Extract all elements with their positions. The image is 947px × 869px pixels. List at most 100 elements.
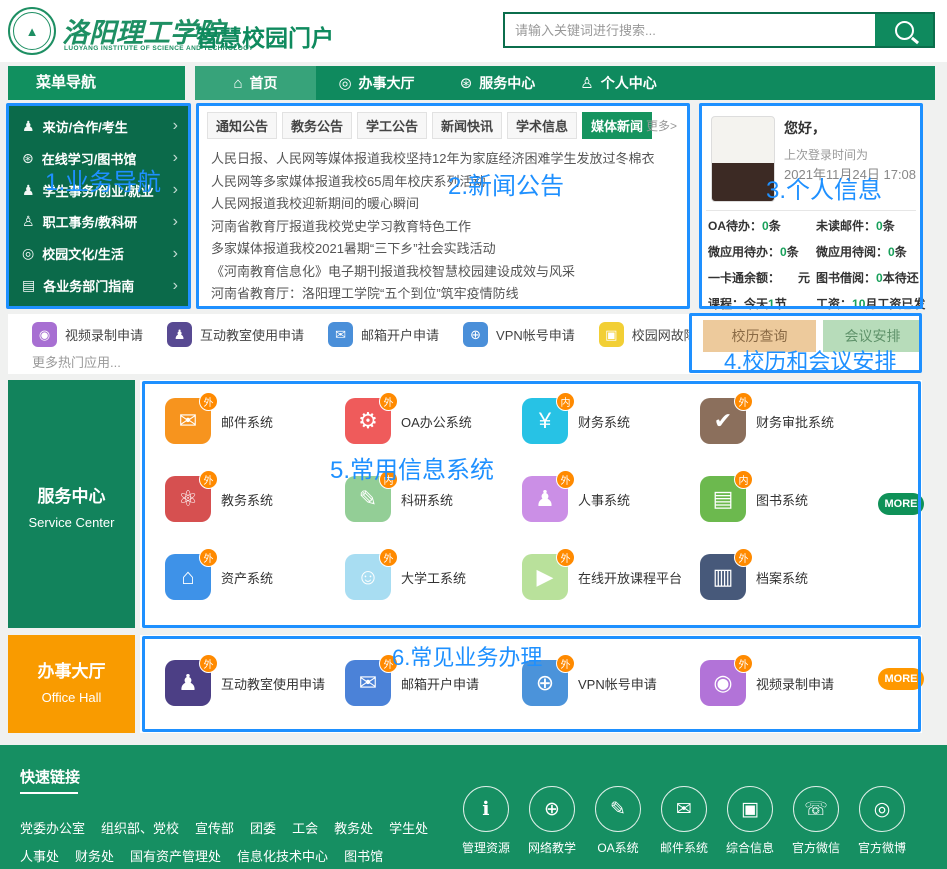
footer-link[interactable]: 工会 <box>292 818 318 837</box>
news-tab-media-news[interactable]: 媒体新闻 <box>582 112 652 139</box>
online-course-icon: ▶外 <box>522 554 568 600</box>
stat-salary[interactable]: 工资：10月工资已发 <box>816 295 916 312</box>
app-academic-system[interactable]: ⚛外 教务系统 <box>165 476 273 522</box>
footer-link[interactable]: 财务处 <box>75 846 114 865</box>
footer-link[interactable]: 学生处 <box>389 818 428 837</box>
tab-office-hall[interactable]: ◎ 办事大厅 <box>316 66 437 100</box>
office-more-button[interactable]: MORE <box>878 668 924 690</box>
footer-link[interactable]: 教务处 <box>334 818 373 837</box>
news-tab-news-flash[interactable]: 新闻快讯 <box>432 112 502 139</box>
stat-suffix: 月工资已发 <box>865 297 925 311</box>
stat-microapp-todo[interactable]: 微应用待办：0条 <box>708 243 816 260</box>
sidebar-item-visitors[interactable]: ♟ 来访/合作/考生 › <box>8 117 190 136</box>
chevron-right-icon: › <box>173 181 178 199</box>
app-open-course-platform[interactable]: ▶外 在线开放课程平台 <box>522 554 682 600</box>
stat-suffix: 元 <box>798 271 810 285</box>
service-more-button[interactable]: MORE <box>878 493 924 515</box>
tab-home[interactable]: ⌂ 首页 <box>195 66 316 100</box>
app-finance-approval-system[interactable]: ✔外 财务审批系统 <box>700 398 834 444</box>
sidebar-item-department-guides[interactable]: ▤ 各业务部门指南 › <box>8 276 190 295</box>
app-label: VPN帐号申请 <box>578 674 657 693</box>
tab-personal-center[interactable]: ♙ 个人中心 <box>558 66 679 100</box>
avatar[interactable] <box>711 116 775 202</box>
app-mailbox-account-request[interactable]: ✉外 邮箱开户申请 <box>345 660 479 706</box>
meeting-schedule-button[interactable]: 会议安排 <box>823 320 922 352</box>
stat-courses[interactable]: 课程：今天1节 <box>708 295 816 312</box>
globe-icon: ⊛ <box>22 150 34 167</box>
search-input[interactable] <box>505 14 875 46</box>
news-item[interactable]: 人民日报、人民网等媒体报道我校坚持12年为家庭经济困难学生发放过冬棉衣 <box>211 148 679 171</box>
sidebar-item-student-affairs[interactable]: ♟ 学生事务/创业/就业 › <box>8 181 190 200</box>
footer-link[interactable]: 党委办公室 <box>20 818 85 837</box>
glyph: ♟ <box>178 670 198 696</box>
stat-label: 未读邮件： <box>816 219 876 233</box>
app-mail-system[interactable]: ✉外 邮件系统 <box>165 398 273 444</box>
app-oa-office-system[interactable]: ⚙外 OA办公系统 <box>345 398 472 444</box>
app-interactive-classroom-request[interactable]: ♟外 互动教室使用申请 <box>165 660 325 706</box>
app-hr-system[interactable]: ♟外 人事系统 <box>522 476 630 522</box>
app-research-system[interactable]: ✎内 科研系统 <box>345 476 453 522</box>
stat-value: 0 <box>876 271 883 285</box>
app-label: 人事系统 <box>578 490 630 509</box>
calendar-query-button[interactable]: 校历查询 <box>703 320 816 352</box>
footer-item-mail-system[interactable]: ✉ 邮件系统 <box>656 786 712 856</box>
app-vpn-account-request[interactable]: ⊕外 VPN帐号申请 <box>522 660 657 706</box>
search-button[interactable] <box>875 14 933 46</box>
footer-link[interactable]: 组织部、党校 <box>101 818 179 837</box>
footer-item-admin-resources[interactable]: ℹ 管理资源 <box>458 786 514 856</box>
footer-link[interactable]: 信息化技术中心 <box>237 846 328 865</box>
glyph: ✎ <box>359 486 377 512</box>
stat-unread-mail[interactable]: 未读邮件：0条 <box>816 217 916 234</box>
news-tab-student-work[interactable]: 学工公告 <box>357 112 427 139</box>
hot-app-mailbox-account[interactable]: ✉ 邮箱开户申请 <box>328 322 439 347</box>
app-video-recording-request[interactable]: ◉外 视频录制申请 <box>700 660 834 706</box>
more-hot-apps-link[interactable]: 更多热门应用... <box>32 352 121 371</box>
seal-emblem-icon: ▲ <box>13 12 51 50</box>
footer-link[interactable]: 团委 <box>250 818 276 837</box>
stat-microapp-toread[interactable]: 微应用待阅：0条 <box>816 243 916 260</box>
wechat-icon: ☏ <box>793 786 839 832</box>
tab-service-center[interactable]: ⊛ 服务中心 <box>437 66 558 100</box>
footer-item-info-portal[interactable]: ▣ 综合信息 <box>722 786 778 856</box>
wallet-icon: ⌂外 <box>165 554 211 600</box>
footer-item-oa-system[interactable]: ✎ OA系统 <box>590 786 646 856</box>
footer-item-weibo[interactable]: ◎ 官方微博 <box>854 786 910 856</box>
footer-link[interactable]: 国有资产管理处 <box>130 846 221 865</box>
news-more-link[interactable]: 更多> <box>646 117 677 134</box>
hot-apps-strip: ◉ 视频录制申请 ♟ 互动教室使用申请 ✉ 邮箱开户申请 ⊕ VPN帐号申请 ▣… <box>8 314 730 374</box>
news-item[interactable]: 河南省教育厅报道我校党史学习教育特色工作 <box>211 216 679 239</box>
sidebar-item-staff-affairs[interactable]: ♙ 职工事务/教科研 › <box>8 212 190 231</box>
stat-value: 1 <box>768 297 775 311</box>
app-student-work-system[interactable]: ☺外 大学工系统 <box>345 554 466 600</box>
footer-link[interactable]: 图书馆 <box>344 846 383 865</box>
footer-link[interactable]: 人事处 <box>20 846 59 865</box>
app-finance-system[interactable]: ¥内 财务系统 <box>522 398 630 444</box>
sidebar-item-online-learning[interactable]: ⊛ 在线学习/图书馆 › <box>8 149 190 168</box>
app-library-system[interactable]: ▤内 图书系统 <box>700 476 808 522</box>
news-tab-academic-info[interactable]: 学术信息 <box>507 112 577 139</box>
stat-suffix: 条 <box>769 219 781 233</box>
news-item[interactable]: 《河南教育信息化》电子期刊报道我校智慧校园建设成效与风采 <box>211 261 679 284</box>
footer-item-wechat[interactable]: ☏ 官方微信 <box>788 786 844 856</box>
stat-value: 0 <box>876 219 883 233</box>
news-item[interactable]: 多家媒体报道我校2021暑期“三下乡”社会实践活动 <box>211 238 679 261</box>
news-tab-academic-affairs[interactable]: 教务公告 <box>282 112 352 139</box>
sidebar-item-campus-culture[interactable]: ◎ 校园文化/生活 › <box>8 244 190 263</box>
info-person-icon: ℹ <box>463 786 509 832</box>
stat-oa-todo[interactable]: OA待办：0条 <box>708 217 816 234</box>
footer-link[interactable]: 宣传部 <box>195 818 234 837</box>
glyph: ♟ <box>535 486 555 512</box>
news-item[interactable]: 人民网报道我校迎新期间的暖心瞬间 <box>211 193 679 216</box>
hot-app-interactive-classroom[interactable]: ♟ 互动教室使用申请 <box>167 322 304 347</box>
hot-app-vpn-account[interactable]: ⊕ VPN帐号申请 <box>463 322 575 347</box>
app-archive-system[interactable]: ▥外 档案系统 <box>700 554 808 600</box>
app-asset-system[interactable]: ⌂外 资产系统 <box>165 554 273 600</box>
news-item[interactable]: 河南省教育厅：洛阳理工学院“五个到位”筑牢疫情防线 <box>211 283 679 306</box>
stat-card-balance[interactable]: 一卡通余额： 元 <box>708 269 816 286</box>
quick-links-title: 快速链接 <box>20 766 80 787</box>
hot-app-video-recording[interactable]: ◉ 视频录制申请 <box>32 322 143 347</box>
stat-library-borrow[interactable]: 图书借阅：0本待还 <box>816 269 916 286</box>
news-tab-notices[interactable]: 通知公告 <box>207 112 277 139</box>
footer-item-online-teaching[interactable]: ⊕ 网络教学 <box>524 786 580 856</box>
news-item[interactable]: 人民网等多家媒体报道我校65周年校庆系列活动 <box>211 171 679 194</box>
